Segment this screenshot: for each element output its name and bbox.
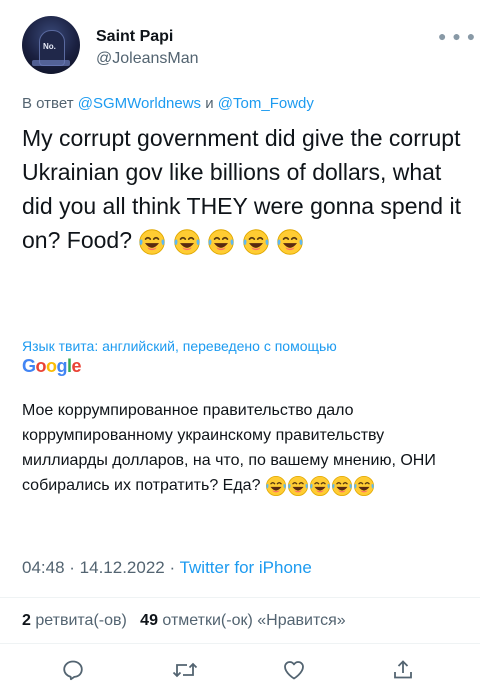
more-dots-icon[interactable]: ● ● ● [438,28,476,44]
tweet-source-app[interactable]: Twitter for iPhone [180,558,312,577]
translated-text: Мое коррумпированное правительство дало … [22,398,462,498]
reply-button[interactable] [58,655,88,685]
tweet-date[interactable]: 14.12.2022 [80,558,165,577]
joy-emoji-icon [276,228,304,256]
divider [0,597,480,598]
action-bar [0,655,480,685]
author-name[interactable]: Saint Papi [96,28,173,46]
retweet-stat[interactable]: 2 ретвита(-ов) [22,612,127,629]
avatar[interactable]: No. [22,16,80,74]
retweet-button[interactable] [170,655,200,685]
joy-emoji-icon [331,475,353,497]
like-stat[interactable]: 49 отметки(-ок) «Нравится» [140,612,345,629]
joy-emoji-icon [173,228,201,256]
joy-emoji-icon [207,228,235,256]
mention-link-1[interactable]: @SGMWorldnews [78,95,201,112]
reply-context: В ответ @SGMWorldnews и @Tom_Fowdy [22,95,314,112]
like-label: отметки(-ок) «Нравится» [162,612,346,629]
tweet-emoji-row [173,227,304,253]
author-handle[interactable]: @JoleansMan [96,50,199,68]
meta-separator: · [64,558,80,577]
tweet-stats: 2 ретвита(-ов) 49 отметки(-ок) «Нравится… [22,612,346,630]
joy-emoji-icon [353,475,375,497]
retweet-icon [172,662,198,678]
reply-icon [63,660,83,681]
translated-emoji-row [265,477,375,494]
heart-icon [284,661,304,680]
like-count: 49 [140,612,158,629]
tweet-meta: 04:48 · 14.12.2022 · Twitter for iPhone [22,558,312,578]
translation-label[interactable]: Язык твита: английский, переведено с пом… [22,338,337,354]
joy-emoji-icon [265,475,287,497]
tweet-text: My corrupt government did give the corru… [22,121,472,257]
reply-conjunction: и [205,95,214,112]
retweet-label: ретвита(-ов) [35,612,127,629]
meta-separator: · [164,558,180,577]
divider [0,643,480,644]
share-icon [394,660,412,679]
joy-emoji-icon [309,475,331,497]
share-button[interactable] [388,655,418,685]
tweet-time[interactable]: 04:48 [22,558,65,577]
joy-emoji-icon [242,228,270,256]
google-logo: Google [22,356,82,376]
reply-prefix: В ответ [22,95,74,112]
mention-link-2[interactable]: @Tom_Fowdy [218,95,314,112]
joy-emoji-icon [138,228,166,256]
joy-emoji-icon [287,475,309,497]
retweet-count: 2 [22,612,31,629]
avatar-caption-strip [32,60,70,66]
like-button[interactable] [279,655,309,685]
avatar-text: No. [43,42,56,51]
